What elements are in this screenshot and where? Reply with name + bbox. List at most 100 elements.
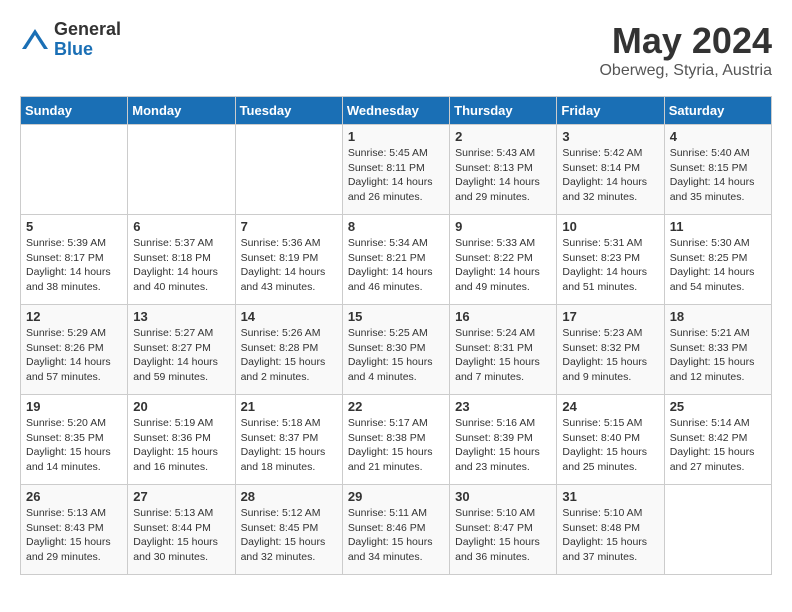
- day-number: 14: [241, 309, 337, 324]
- logo-general: General: [54, 20, 121, 40]
- day-cell: 18Sunrise: 5:21 AM Sunset: 8:33 PM Dayli…: [664, 305, 771, 395]
- day-info: Sunrise: 5:18 AM Sunset: 8:37 PM Dayligh…: [241, 416, 337, 475]
- title-block: May 2024 Oberweg, Styria, Austria: [599, 20, 772, 80]
- day-number: 30: [455, 489, 551, 504]
- day-cell: 22 Sunrise: 5:17 AM Sunset: 8:38 PM Dayli…: [342, 395, 449, 485]
- day-cell: 12Sunrise: 5:29 AM Sunset: 8:26 PM Dayli…: [21, 305, 128, 395]
- header-day-thursday: Thursday: [450, 97, 557, 125]
- day-info: Sunrise: 5:31 AM Sunset: 8:23 PM Dayligh…: [562, 236, 658, 295]
- day-info: Sunrise: 5:12 AM Sunset: 8:45 PM Dayligh…: [241, 506, 337, 565]
- day-number: 6: [133, 219, 229, 234]
- day-cell: 17 Sunrise: 5:23 AM Sunset: 8:32 PM Dayli…: [557, 305, 664, 395]
- day-number: 29: [348, 489, 444, 504]
- day-cell: 21 Sunrise: 5:18 AM Sunset: 8:37 PM Dayli…: [235, 395, 342, 485]
- day-info: Sunrise: 5:11 AM Sunset: 8:46 PM Dayligh…: [348, 506, 444, 565]
- header-day-wednesday: Wednesday: [342, 97, 449, 125]
- day-cell: 13 Sunrise: 5:27 AM Sunset: 8:27 PM Dayli…: [128, 305, 235, 395]
- day-number: 20: [133, 399, 229, 414]
- day-info: Sunrise: 5:37 AM Sunset: 8:18 PM Dayligh…: [133, 236, 229, 295]
- day-number: 2: [455, 129, 551, 144]
- day-cell: 16 Sunrise: 5:24 AM Sunset: 8:31 PM Dayli…: [450, 305, 557, 395]
- day-number: 9: [455, 219, 551, 234]
- day-number: 17: [562, 309, 658, 324]
- day-cell: 26Sunrise: 5:13 AM Sunset: 8:43 PM Dayli…: [21, 485, 128, 575]
- day-cell: 31Sunrise: 5:10 AM Sunset: 8:48 PM Dayli…: [557, 485, 664, 575]
- day-info: Sunrise: 5:10 AM Sunset: 8:47 PM Dayligh…: [455, 506, 551, 565]
- day-cell: 10 Sunrise: 5:31 AM Sunset: 8:23 PM Dayli…: [557, 215, 664, 305]
- header-day-sunday: Sunday: [21, 97, 128, 125]
- day-info: Sunrise: 5:17 AM Sunset: 8:38 PM Dayligh…: [348, 416, 444, 475]
- calendar-subtitle: Oberweg, Styria, Austria: [599, 62, 772, 80]
- week-row-5: 26Sunrise: 5:13 AM Sunset: 8:43 PM Dayli…: [21, 485, 772, 575]
- day-number: 18: [670, 309, 766, 324]
- day-cell: 14 Sunrise: 5:26 AM Sunset: 8:28 PM Dayli…: [235, 305, 342, 395]
- day-cell: [235, 125, 342, 215]
- week-row-4: 19 Sunrise: 5:20 AM Sunset: 8:35 PM Dayli…: [21, 395, 772, 485]
- logo-icon: [20, 25, 50, 55]
- day-number: 12: [26, 309, 122, 324]
- day-cell: 30 Sunrise: 5:10 AM Sunset: 8:47 PM Dayli…: [450, 485, 557, 575]
- day-cell: [21, 125, 128, 215]
- calendar-header: SundayMondayTuesdayWednesdayThursdayFrid…: [21, 97, 772, 125]
- day-number: 19: [26, 399, 122, 414]
- header-day-saturday: Saturday: [664, 97, 771, 125]
- header-row: SundayMondayTuesdayWednesdayThursdayFrid…: [21, 97, 772, 125]
- week-row-1: 1Sunrise: 5:45 AM Sunset: 8:11 PM Daylig…: [21, 125, 772, 215]
- header-day-tuesday: Tuesday: [235, 97, 342, 125]
- day-cell: 7 Sunrise: 5:36 AM Sunset: 8:19 PM Daylig…: [235, 215, 342, 305]
- day-info: Sunrise: 5:19 AM Sunset: 8:36 PM Dayligh…: [133, 416, 229, 475]
- day-info: Sunrise: 5:20 AM Sunset: 8:35 PM Dayligh…: [26, 416, 122, 475]
- day-info: Sunrise: 5:24 AM Sunset: 8:31 PM Dayligh…: [455, 326, 551, 385]
- day-cell: 1Sunrise: 5:45 AM Sunset: 8:11 PM Daylig…: [342, 125, 449, 215]
- day-info: Sunrise: 5:16 AM Sunset: 8:39 PM Dayligh…: [455, 416, 551, 475]
- day-cell: 4Sunrise: 5:40 AM Sunset: 8:15 PM Daylig…: [664, 125, 771, 215]
- day-cell: [128, 125, 235, 215]
- day-info: Sunrise: 5:36 AM Sunset: 8:19 PM Dayligh…: [241, 236, 337, 295]
- day-number: 23: [455, 399, 551, 414]
- day-number: 25: [670, 399, 766, 414]
- day-cell: 11Sunrise: 5:30 AM Sunset: 8:25 PM Dayli…: [664, 215, 771, 305]
- day-number: 28: [241, 489, 337, 504]
- day-cell: 8 Sunrise: 5:34 AM Sunset: 8:21 PM Daylig…: [342, 215, 449, 305]
- day-info: Sunrise: 5:23 AM Sunset: 8:32 PM Dayligh…: [562, 326, 658, 385]
- day-number: 7: [241, 219, 337, 234]
- day-number: 5: [26, 219, 122, 234]
- day-info: Sunrise: 5:45 AM Sunset: 8:11 PM Dayligh…: [348, 146, 444, 205]
- day-number: 10: [562, 219, 658, 234]
- logo: General Blue: [20, 20, 121, 60]
- day-info: Sunrise: 5:34 AM Sunset: 8:21 PM Dayligh…: [348, 236, 444, 295]
- logo-text: General Blue: [54, 20, 121, 60]
- day-number: 21: [241, 399, 337, 414]
- day-cell: 3Sunrise: 5:42 AM Sunset: 8:14 PM Daylig…: [557, 125, 664, 215]
- day-cell: 6 Sunrise: 5:37 AM Sunset: 8:18 PM Daylig…: [128, 215, 235, 305]
- day-cell: 20 Sunrise: 5:19 AM Sunset: 8:36 PM Dayli…: [128, 395, 235, 485]
- day-number: 24: [562, 399, 658, 414]
- day-number: 16: [455, 309, 551, 324]
- day-cell: 19 Sunrise: 5:20 AM Sunset: 8:35 PM Dayli…: [21, 395, 128, 485]
- day-info: Sunrise: 5:39 AM Sunset: 8:17 PM Dayligh…: [26, 236, 122, 295]
- header-day-monday: Monday: [128, 97, 235, 125]
- day-number: 26: [26, 489, 122, 504]
- day-number: 4: [670, 129, 766, 144]
- calendar-body: 1Sunrise: 5:45 AM Sunset: 8:11 PM Daylig…: [21, 125, 772, 575]
- day-number: 13: [133, 309, 229, 324]
- day-cell: 25 Sunrise: 5:14 AM Sunset: 8:42 PM Dayli…: [664, 395, 771, 485]
- day-cell: 27Sunrise: 5:13 AM Sunset: 8:44 PM Dayli…: [128, 485, 235, 575]
- week-row-2: 5 Sunrise: 5:39 AM Sunset: 8:17 PM Daylig…: [21, 215, 772, 305]
- calendar-title: May 2024: [599, 20, 772, 62]
- day-info: Sunrise: 5:26 AM Sunset: 8:28 PM Dayligh…: [241, 326, 337, 385]
- day-cell: 5 Sunrise: 5:39 AM Sunset: 8:17 PM Daylig…: [21, 215, 128, 305]
- day-info: Sunrise: 5:14 AM Sunset: 8:42 PM Dayligh…: [670, 416, 766, 475]
- day-number: 27: [133, 489, 229, 504]
- day-number: 11: [670, 219, 766, 234]
- day-number: 22: [348, 399, 444, 414]
- day-cell: [664, 485, 771, 575]
- day-info: Sunrise: 5:27 AM Sunset: 8:27 PM Dayligh…: [133, 326, 229, 385]
- day-number: 15: [348, 309, 444, 324]
- day-info: Sunrise: 5:10 AM Sunset: 8:48 PM Dayligh…: [562, 506, 658, 565]
- day-cell: 2Sunrise: 5:43 AM Sunset: 8:13 PM Daylig…: [450, 125, 557, 215]
- day-number: 8: [348, 219, 444, 234]
- day-number: 3: [562, 129, 658, 144]
- day-cell: 29 Sunrise: 5:11 AM Sunset: 8:46 PM Dayli…: [342, 485, 449, 575]
- logo-blue: Blue: [54, 40, 121, 60]
